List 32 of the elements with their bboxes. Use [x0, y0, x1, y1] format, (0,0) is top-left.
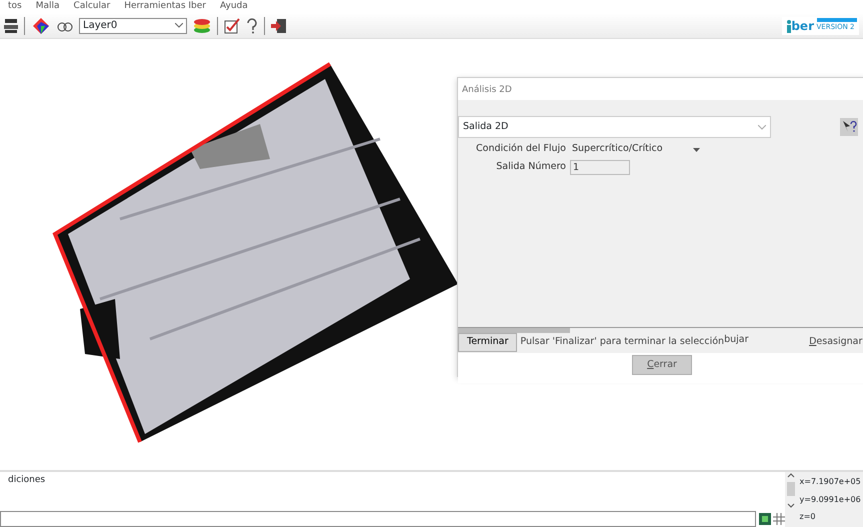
- selection-hint: Pulsar 'Finalizar' para terminar la selección: [519, 335, 724, 350]
- caret-icon[interactable]: [175, 23, 183, 28]
- coordinate-readout: x=7.1907e+05: [800, 476, 862, 488]
- scrollbar-thumb[interactable]: [458, 328, 570, 332]
- help-icon[interactable]: [246, 18, 258, 34]
- menu-item[interactable]: Ayuda: [220, 0, 248, 13]
- layers-icon[interactable]: [193, 18, 211, 34]
- checklist-icon[interactable]: [224, 18, 240, 34]
- terminate-button[interactable]: Terminar: [458, 333, 518, 352]
- flow-dropdown[interactable]: Supercrítico/Crítico: [570, 142, 700, 157]
- coordinate-readout: y=9.0991e+06: [800, 494, 862, 506]
- menu-item[interactable]: Herramientas Iber: [124, 0, 206, 13]
- field-label: Salida Número: [495, 160, 566, 174]
- menu-item[interactable]: tos: [8, 0, 22, 13]
- exit-icon[interactable]: [271, 18, 287, 34]
- draw-tab[interactable]: bujar: [724, 332, 810, 347]
- close-button[interactable]: Cerrar: [632, 355, 692, 375]
- number-field[interactable]: 1: [570, 160, 630, 175]
- layer-dropdown[interactable]: Layer0: [79, 18, 187, 34]
- logo-text: ber: [791, 18, 814, 34]
- dialog-title: Análisis 2D: [458, 78, 863, 100]
- menu-item[interactable]: Calcular: [74, 0, 110, 13]
- message-text: diciones: [8, 474, 46, 487]
- caret-icon[interactable]: [693, 148, 700, 152]
- chip-icon[interactable]: [758, 513, 770, 525]
- coordinate-readout: z=0: [800, 511, 816, 523]
- unassign-tab[interactable]: Desasignar: [809, 335, 862, 350]
- help-pointer-icon[interactable]: [840, 118, 858, 136]
- grid-icon[interactable]: [773, 513, 785, 525]
- field-label: Condición del Flujo: [475, 142, 566, 156]
- menu-item[interactable]: Malla: [36, 0, 60, 13]
- output-select[interactable]: Salida 2D: [458, 116, 771, 138]
